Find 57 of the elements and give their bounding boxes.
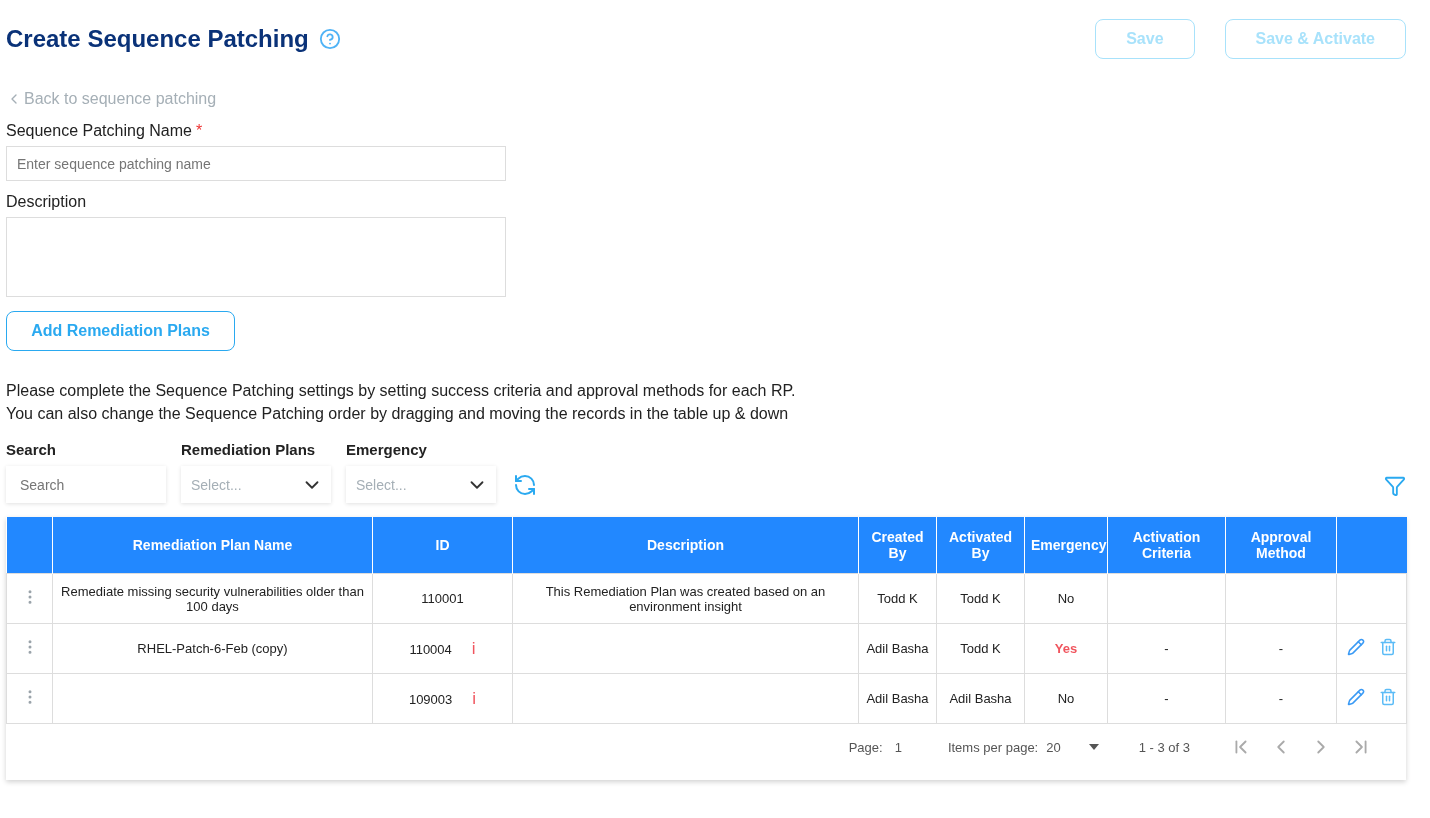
- table-cell: Remediate missing security vulnerabilities older than 100 days: [52, 573, 373, 624]
- instruction-text: Please complete the Sequence Patching settings by setting success criteria and approval methods for each RP.: [6, 381, 797, 401]
- help-icon[interactable]: [318, 28, 341, 50]
- field-label: Sequence Patching Name *: [6, 122, 204, 140]
- table-cell: -: [1107, 673, 1226, 724]
- instruction-text: You can also change the Sequence Patching order by dragging and moving the records in the table up & down: [6, 404, 790, 424]
- column-header: Emergency: [1024, 517, 1108, 574]
- column-header: Remediation Plan Name: [52, 517, 373, 574]
- table-cell: Adil Basha: [858, 623, 937, 674]
- table-cell: Todd K: [936, 573, 1025, 624]
- table-cell: -: [1225, 673, 1337, 724]
- info-mark: i: [471, 638, 476, 658]
- filter-label: Search: [6, 441, 58, 458]
- table-cell: Todd K: [936, 623, 1025, 674]
- table-cell: Todd K: [858, 573, 937, 624]
- items-label: Items per page:: [947, 739, 1039, 755]
- table-cell: No: [1024, 673, 1108, 724]
- column-header: Created By: [858, 517, 937, 574]
- filter-label: Emergency: [346, 441, 428, 458]
- column-header: Activated By: [936, 517, 1025, 574]
- delete-icon[interactable]: [1378, 688, 1397, 706]
- table-cell: 109003: [408, 691, 453, 707]
- items-select[interactable]: 20: [1046, 739, 1099, 755]
- table-cell: This Remediation Plan was created based on an environment insight: [512, 573, 859, 624]
- field-label: Description: [6, 193, 88, 211]
- edit-icon[interactable]: [1346, 638, 1365, 656]
- name-input[interactable]: Enter sequence patching name: [6, 146, 506, 181]
- table-cell: No: [1024, 573, 1108, 624]
- caret-icon: [1088, 744, 1099, 750]
- search-field[interactable]: Search: [6, 466, 166, 503]
- description-input[interactable]: [6, 217, 506, 297]
- column-header: Approval Method: [1225, 517, 1337, 574]
- add-plans-button[interactable]: Add Remediation Plans: [6, 311, 235, 351]
- table-cell: -: [1107, 623, 1226, 674]
- table-cell: Adil Basha: [936, 673, 1025, 724]
- select-field[interactable]: Select...: [181, 466, 331, 503]
- edit-icon[interactable]: [1346, 688, 1365, 706]
- table-cell: Adil Basha: [858, 673, 937, 724]
- info-mark: i: [472, 688, 477, 708]
- table-cell: Yes: [1024, 623, 1108, 674]
- filter-label: Remediation Plans: [181, 441, 317, 458]
- delete-icon[interactable]: [1378, 638, 1397, 656]
- column-header: Activation Criteria: [1107, 517, 1226, 574]
- page-number: 1: [894, 739, 902, 755]
- table-cell: 110004: [409, 641, 452, 657]
- page-title: Create Sequence Patching: [6, 25, 309, 53]
- table-cell: -: [1225, 623, 1337, 674]
- refresh-icon[interactable]: [513, 473, 537, 497]
- filter-icon[interactable]: [1384, 475, 1406, 497]
- back-link[interactable]: Back to sequence patching: [6, 90, 217, 108]
- column-header: ID: [372, 517, 513, 574]
- page-label: Page:: [848, 739, 883, 755]
- table-cell: 110001: [421, 591, 464, 606]
- table-cell: RHEL-Patch-6-Feb (copy): [52, 623, 373, 674]
- column-header: Description: [512, 517, 859, 574]
- range-text: 1 - 3 of 3: [1138, 739, 1190, 755]
- select-field[interactable]: Select...: [346, 466, 496, 503]
